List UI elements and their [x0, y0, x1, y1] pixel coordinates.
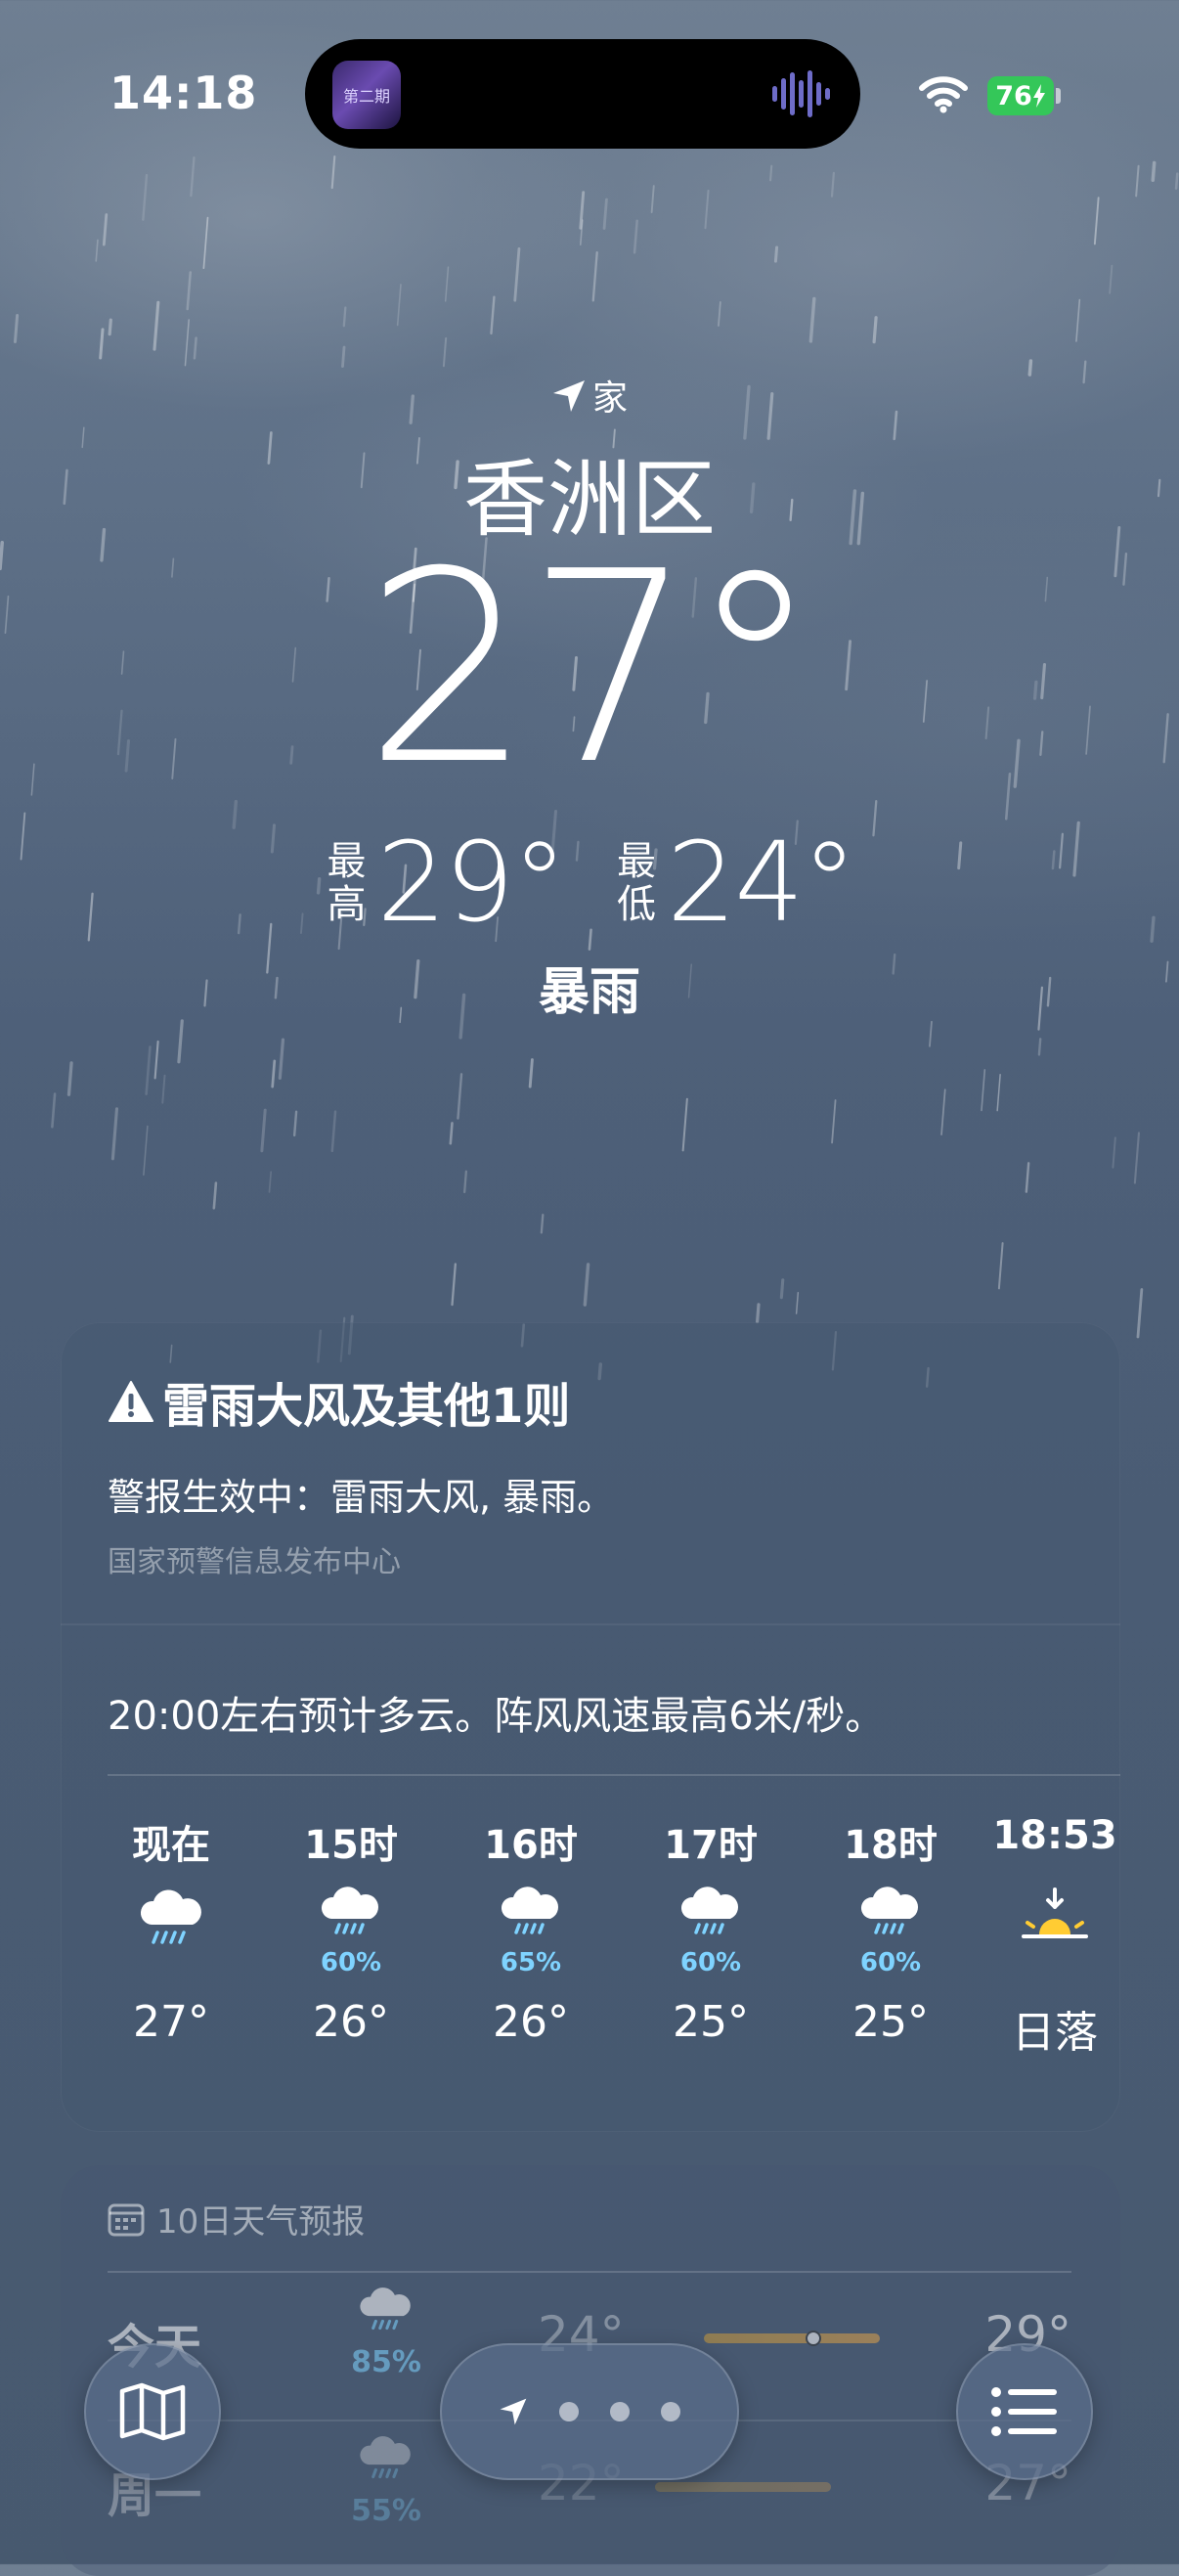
- hourly-forecast[interactable]: 现在 27° 15时 60% 26° 16时 65% 26° 17时 60% 2…: [78, 1813, 1144, 2107]
- hourly-summary: 20:00左右预计多云。阵风风速最高6米/秒。: [108, 1694, 885, 1739]
- audio-wave-icon: [772, 70, 830, 117]
- hour-label: 16时: [484, 1823, 578, 1868]
- battery-tip: [1056, 88, 1061, 104]
- alert-body: 警报生效中：雷雨大风, 暴雨。: [108, 1476, 615, 1519]
- rain-cloud-icon: [358, 2286, 413, 2331]
- map-button[interactable]: [84, 2343, 221, 2480]
- card-section-divider: [61, 1623, 1120, 1625]
- precip-chance: 65%: [500, 1948, 562, 1977]
- precip-chance: 60%: [859, 1948, 922, 1977]
- day-precip: 55%: [351, 2494, 421, 2528]
- ten-day-title: 10日天气预报: [156, 2202, 366, 2242]
- location-label: 家: [591, 378, 628, 419]
- precip-chance: 60%: [679, 1948, 742, 1977]
- rain-cloud-icon: [859, 1886, 920, 1934]
- rain-cloud-icon: [500, 1886, 560, 1934]
- map-icon: [119, 2382, 186, 2441]
- hour-temperature: 26°: [313, 1997, 389, 2047]
- ten-day-divider: [108, 2271, 1071, 2273]
- location-arrow-icon: [551, 378, 587, 422]
- rain-cloud-icon: [358, 2434, 413, 2479]
- wifi-icon: [919, 76, 968, 113]
- hour-item: 16时 65% 26°: [438, 1813, 624, 2047]
- battery-indicator: 76: [987, 76, 1054, 115]
- hour-temperature: 25°: [673, 1997, 749, 2047]
- hourly-divider: [108, 1774, 1120, 1776]
- high-label: 最高: [327, 839, 367, 927]
- hour-label: 15时: [304, 1823, 398, 1868]
- hour-item: 现在 27°: [78, 1813, 264, 2047]
- current-temp-dot: [805, 2331, 821, 2346]
- hour-item: 17时 60% 25°: [618, 1813, 804, 2047]
- hour-temperature: 日落: [1012, 2008, 1098, 2058]
- page-dot[interactable]: [661, 2402, 680, 2421]
- location-arrow-icon: [500, 2398, 527, 2425]
- page-indicator[interactable]: [440, 2343, 739, 2480]
- page-dot[interactable]: [610, 2402, 630, 2421]
- hour-label: 17时: [664, 1823, 758, 1868]
- day-precip: 85%: [351, 2345, 421, 2379]
- city-list-button[interactable]: [956, 2343, 1093, 2480]
- sunset-icon: [1022, 1888, 1088, 1938]
- hour-temperature: 26°: [493, 1997, 569, 2047]
- hour-label: 现在: [132, 1823, 210, 1868]
- alert-title-text: 雷雨大风及其他1则: [162, 1379, 571, 1434]
- low-temperature: 24°: [667, 820, 857, 947]
- ten-day-header: 10日天气预报: [108, 2195, 365, 2243]
- location-row: 家: [0, 370, 1179, 422]
- rain-cloud-icon: [139, 1888, 203, 1944]
- hour-item: 15时 60% 26°: [258, 1813, 444, 2047]
- charging-bolt-icon: [1032, 84, 1045, 108]
- island-app-icon[interactable]: 第二期: [332, 61, 401, 129]
- battery-level: 76: [995, 80, 1032, 111]
- low-label: 最低: [617, 839, 656, 927]
- rain-cloud-icon: [320, 1886, 380, 1934]
- high-low-row: 最高 29° 最低 24°: [0, 820, 1179, 947]
- temp-range-bar: [655, 2482, 831, 2492]
- hour-label: 18:53: [992, 1813, 1117, 1858]
- warning-icon: [109, 1381, 153, 1422]
- high-temperature: 29°: [376, 820, 567, 947]
- calendar-icon: [108, 2203, 145, 2236]
- page-dot[interactable]: [559, 2402, 579, 2421]
- weather-condition: 暴雨: [538, 963, 640, 1022]
- alert-title[interactable]: 雷雨大风及其他1则: [108, 1367, 570, 1436]
- island-app-label: 第二期: [342, 87, 390, 106]
- temp-range-bar: [704, 2331, 880, 2346]
- current-temperature: 27°: [364, 514, 821, 822]
- hour-item: 18时 60% 25°: [798, 1813, 983, 2047]
- hour-temperature: 25°: [852, 1997, 929, 2047]
- hour-label: 18时: [844, 1823, 938, 1868]
- status-time: 14:18: [109, 67, 258, 119]
- precip-chance: 60%: [320, 1948, 382, 1977]
- hour-temperature: 27°: [133, 1997, 209, 2047]
- day-icon-wrap: 55%: [342, 2434, 430, 2528]
- day-icon-wrap: 85%: [342, 2286, 430, 2379]
- list-icon: [991, 2387, 1057, 2436]
- hour-item: 18:53 日落: [962, 1813, 1148, 2060]
- alert-source: 国家预警信息发布中心: [108, 1545, 401, 1579]
- rain-cloud-icon: [679, 1886, 740, 1934]
